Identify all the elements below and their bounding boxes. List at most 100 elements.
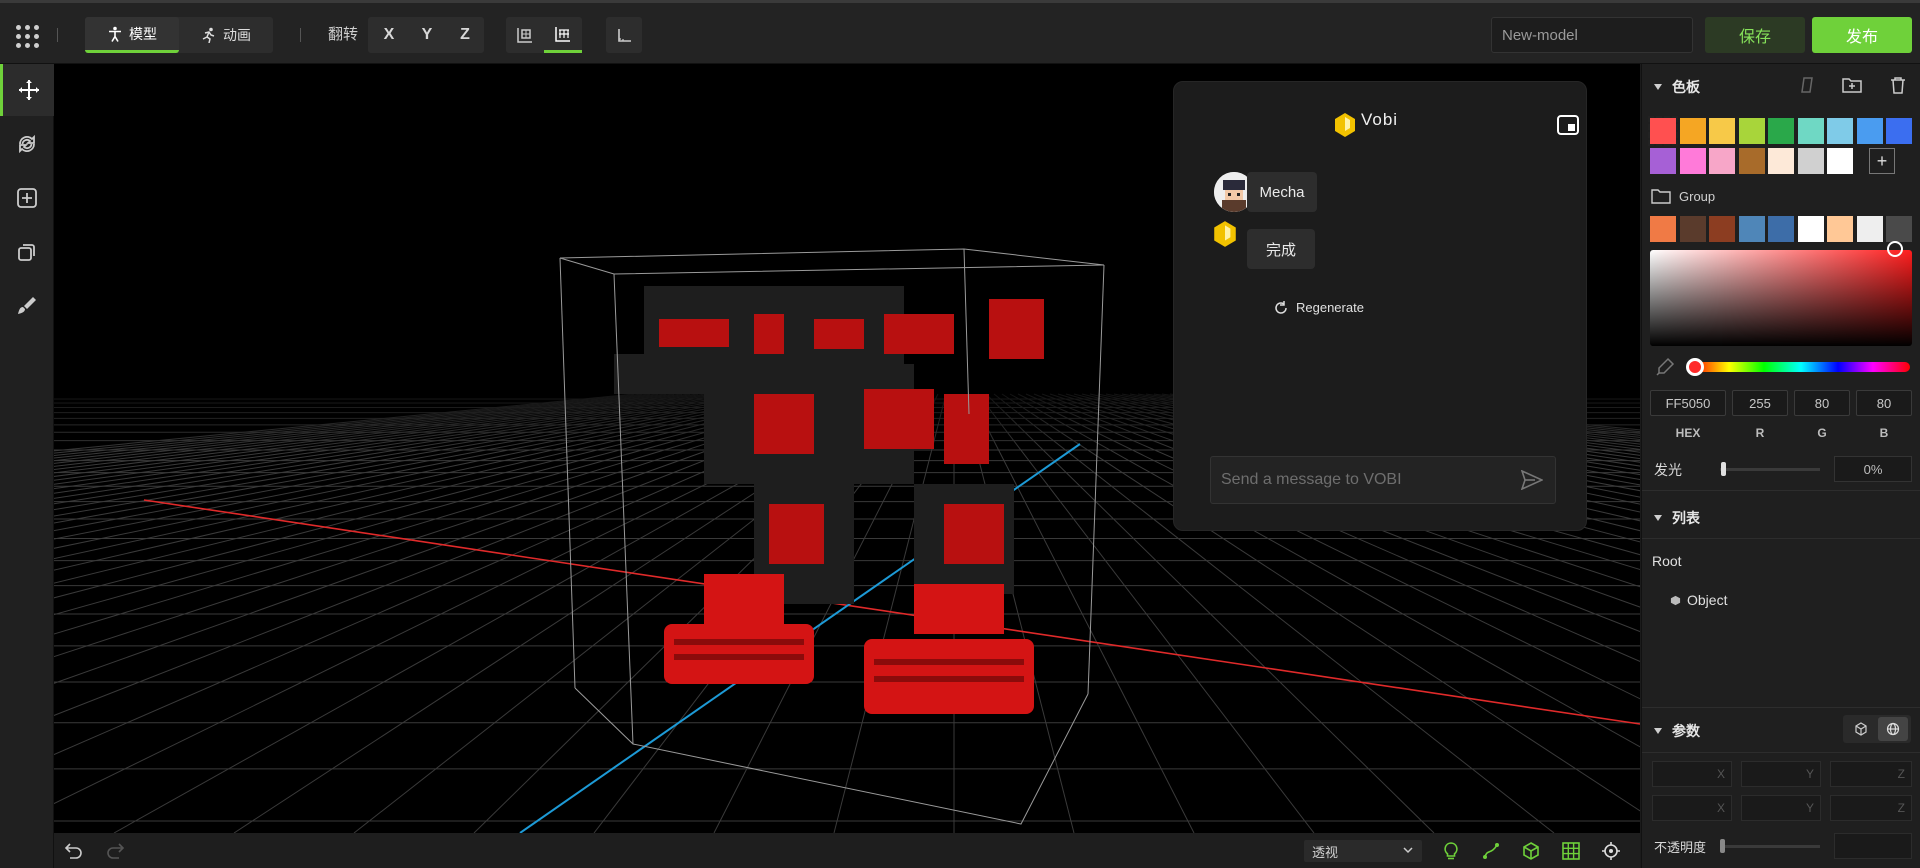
palette-swatch[interactable] (1679, 148, 1706, 174)
tree-root-item[interactable]: Root (1652, 553, 1682, 569)
regenerate-button[interactable]: Regenerate (1274, 300, 1364, 315)
grid-floor-button[interactable] (544, 17, 582, 53)
hue-slider-handle[interactable] (1686, 358, 1704, 376)
chat-message-input[interactable]: Send a message to VOBI (1210, 456, 1556, 504)
target-icon (1602, 842, 1620, 860)
ai-chat-panel: Vobi Mecha 完成 Regenerate Send a message … (1173, 81, 1587, 531)
color-saturation-field[interactable] (1650, 250, 1912, 346)
group-swatch[interactable] (1856, 216, 1883, 242)
glow-value-input[interactable]: 0% (1834, 456, 1912, 482)
list-section-header[interactable]: 列表 (1654, 508, 1700, 528)
glow-slider-handle[interactable] (1721, 462, 1726, 476)
duplicate-tool-button[interactable] (0, 226, 54, 278)
group-swatch[interactable] (1827, 216, 1853, 242)
params-title: 参数 (1672, 723, 1700, 739)
palette-swatch[interactable] (1797, 118, 1824, 144)
color-field-handle[interactable] (1887, 241, 1903, 257)
eyedropper-icon[interactable] (1654, 356, 1676, 378)
group-swatch[interactable] (1797, 216, 1824, 242)
view-mode-select[interactable]: 透视 (1304, 840, 1422, 862)
move-icon (18, 80, 39, 100)
section-divider (1642, 752, 1920, 753)
flip-y-button[interactable]: Y (408, 17, 446, 53)
grid-toggle[interactable] (1560, 840, 1582, 862)
opacity-slider[interactable] (1720, 845, 1820, 848)
axes-button[interactable] (606, 17, 642, 53)
publish-button[interactable]: 发布 (1812, 17, 1912, 53)
palette-swatch[interactable] (1738, 118, 1765, 144)
palette-swatch[interactable] (1886, 118, 1912, 144)
rotation-y-input[interactable]: Y (1741, 795, 1821, 821)
tree-object-item[interactable]: Object (1670, 592, 1727, 608)
flip-z-button[interactable]: Z (446, 17, 484, 53)
position-x-input[interactable]: X (1652, 761, 1732, 787)
opacity-slider-handle[interactable] (1720, 839, 1725, 853)
add-color-button[interactable]: + (1869, 148, 1895, 174)
group-swatch[interactable] (1886, 216, 1912, 242)
lighting-toggle[interactable] (1440, 840, 1462, 862)
palette-swatch[interactable] (1679, 118, 1706, 144)
palette-swatch[interactable] (1827, 148, 1853, 174)
world-space-button[interactable] (1878, 717, 1908, 741)
palette-swatch[interactable] (1827, 118, 1853, 144)
globe-icon (1886, 722, 1900, 736)
paint-tool-button[interactable] (0, 280, 54, 332)
palette-swatch[interactable] (1768, 148, 1794, 174)
rotate-icon (19, 134, 35, 154)
cube-toggle[interactable] (1520, 840, 1542, 862)
object-cube-icon (1670, 595, 1681, 605)
apps-grid-icon[interactable] (14, 23, 40, 49)
palette-swatch[interactable] (1856, 118, 1883, 144)
palette-swatch-selected[interactable] (1648, 116, 1678, 146)
rotate-tool-button[interactable] (0, 118, 54, 170)
g-label: G (1817, 426, 1827, 440)
rotation-x-input[interactable]: X (1652, 795, 1732, 821)
mode-animation-button[interactable]: 动画 (179, 17, 273, 53)
r-input[interactable]: 255 (1732, 390, 1788, 416)
group-swatch[interactable] (1768, 216, 1794, 242)
add-tool-button[interactable] (0, 172, 54, 224)
move-tool-button[interactable] (0, 64, 54, 116)
palette-swatch[interactable] (1709, 118, 1735, 144)
opacity-value-input[interactable] (1834, 833, 1912, 859)
trash-icon[interactable] (1888, 75, 1908, 95)
g-input[interactable]: 80 (1794, 390, 1850, 416)
space-toggle (1843, 715, 1911, 743)
bounding-box-button[interactable] (506, 17, 544, 53)
palette-swatch[interactable] (1797, 148, 1824, 174)
focus-toggle[interactable] (1600, 840, 1622, 862)
palette-section-header[interactable]: 色板 (1654, 77, 1700, 97)
group-swatch[interactable] (1679, 216, 1706, 242)
group-swatch[interactable] (1709, 216, 1735, 242)
params-section-header[interactable]: 参数 (1654, 721, 1700, 741)
hex-input[interactable]: FF5050 (1650, 390, 1726, 416)
chat-input-placeholder: Send a message to VOBI (1221, 471, 1402, 488)
hue-slider[interactable] (1692, 362, 1910, 372)
folder-icon (1651, 189, 1671, 204)
model-name-input[interactable]: New-model (1491, 17, 1693, 53)
glow-slider[interactable] (1720, 468, 1820, 471)
flip-x-button[interactable]: X (370, 17, 408, 53)
palette-swatch[interactable] (1650, 148, 1676, 174)
send-icon[interactable] (1521, 470, 1543, 490)
b-input[interactable]: 80 (1856, 390, 1912, 416)
rotation-z-input[interactable]: Z (1830, 795, 1912, 821)
mode-model-button[interactable]: 模型 (85, 17, 179, 53)
position-z-input[interactable]: Z (1830, 761, 1912, 787)
save-button[interactable]: 保存 (1705, 17, 1805, 53)
palette-swatch[interactable] (1738, 148, 1765, 174)
section-divider (1642, 490, 1920, 491)
position-y-input[interactable]: Y (1741, 761, 1821, 787)
palette-swatch[interactable] (1709, 148, 1735, 174)
group-swatch[interactable] (1738, 216, 1765, 242)
local-space-button[interactable] (1846, 717, 1876, 741)
minimize-window-icon[interactable] (1557, 115, 1579, 135)
palette-swatch[interactable] (1768, 118, 1794, 144)
undo-icon[interactable] (64, 842, 84, 860)
redo-icon[interactable] (105, 842, 125, 860)
path-toggle[interactable] (1480, 840, 1502, 862)
chat-title: Vobi (1361, 110, 1399, 129)
eraser-icon[interactable] (1798, 75, 1818, 95)
folder-add-icon[interactable] (1841, 75, 1863, 95)
group-swatch[interactable] (1650, 216, 1676, 242)
